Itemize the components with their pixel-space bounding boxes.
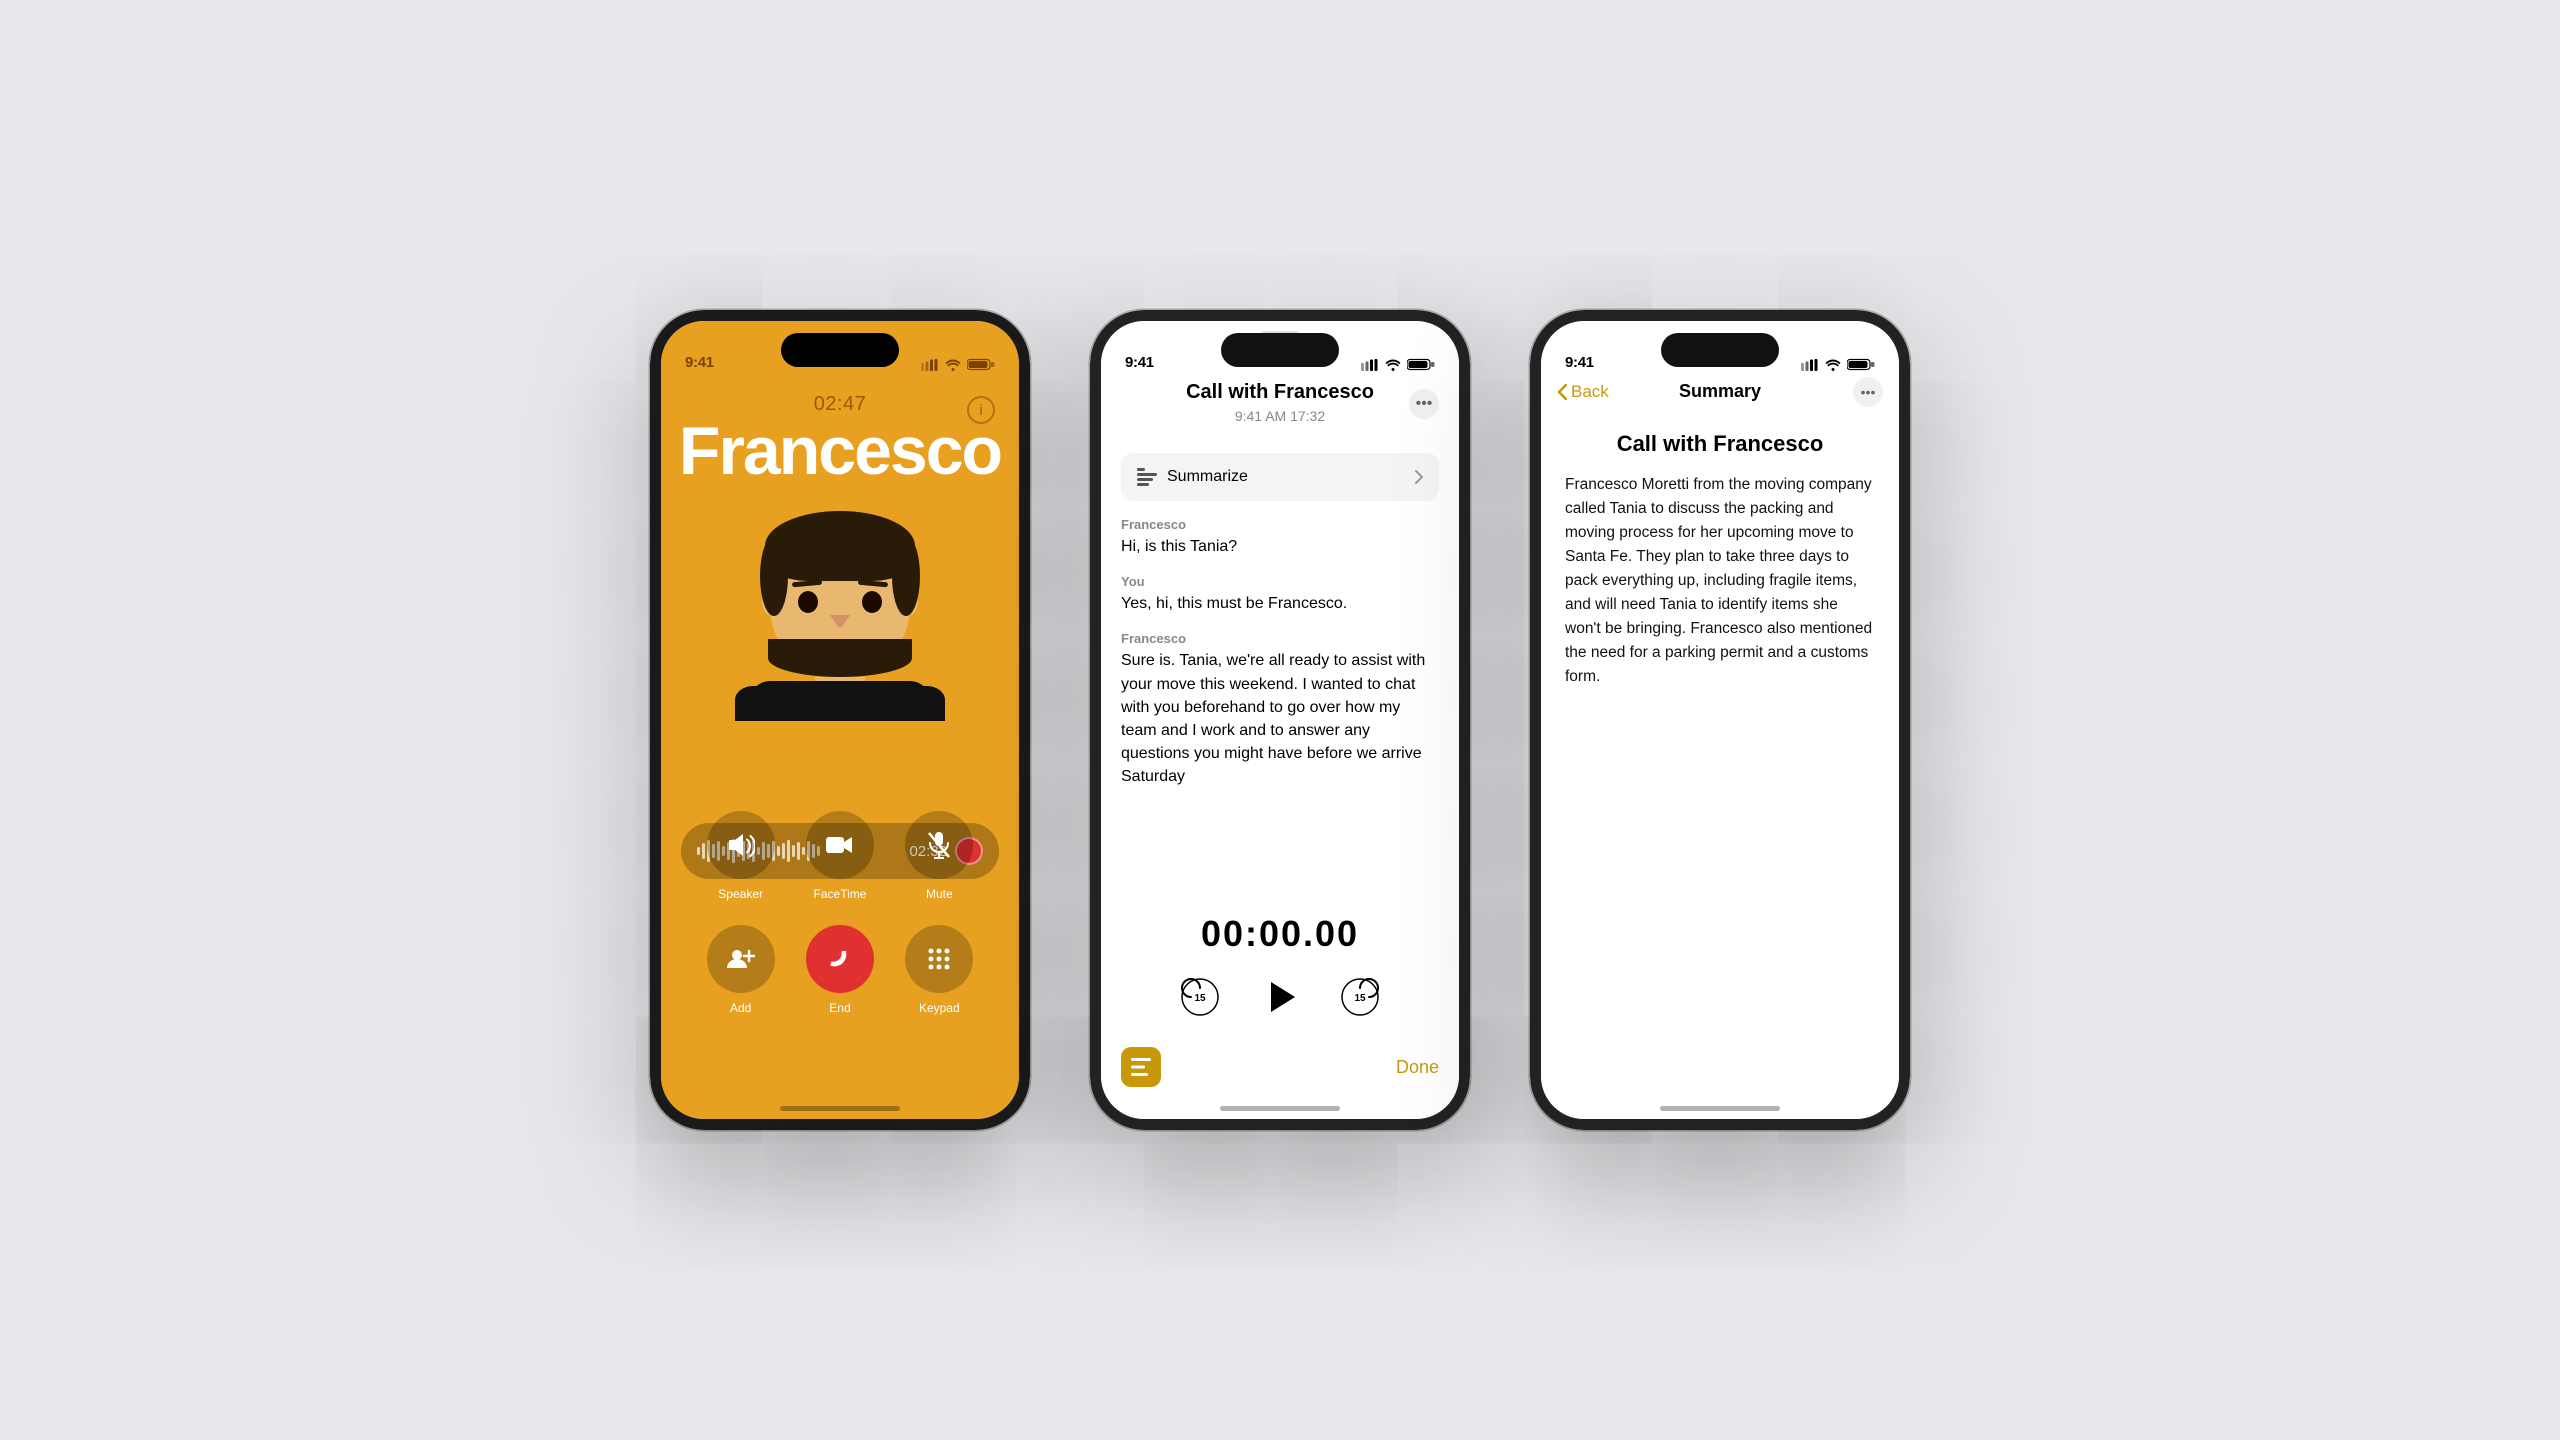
message-2: Yes, hi, this must be Francesco. <box>1121 592 1439 615</box>
transcript-message-1: Francesco Hi, is this Tania? <box>1121 517 1439 558</box>
status-time-1: 9:41 <box>685 354 714 371</box>
call-controls: Speaker FaceTime Mute <box>661 811 1019 1039</box>
summary-body-text: Francesco Moretti from the moving compan… <box>1565 473 1875 689</box>
summary-more-button[interactable]: ••• <box>1853 377 1883 407</box>
transcript-icon-button[interactable] <box>1121 1047 1161 1087</box>
message-1: Hi, is this Tania? <box>1121 535 1439 558</box>
transcript-content: Francesco Hi, is this Tania? You Yes, hi… <box>1101 517 1459 919</box>
speaker-3: Francesco <box>1121 631 1439 646</box>
info-icon[interactable]: i <box>967 396 995 424</box>
end-button[interactable]: End <box>806 925 874 1015</box>
dynamic-island-3 <box>1661 333 1779 367</box>
end-label: End <box>829 1001 850 1015</box>
keypad-button[interactable]: Keypad <box>905 925 973 1015</box>
transcript-message-2: You Yes, hi, this must be Francesco. <box>1121 574 1439 615</box>
done-button[interactable]: Done <box>1396 1057 1439 1078</box>
skip-back-button[interactable]: 15 <box>1178 975 1222 1019</box>
speaker-button[interactable]: Speaker <box>707 811 775 901</box>
dynamic-island <box>781 333 899 367</box>
speaker-label: Speaker <box>718 887 763 901</box>
playback-controls: 15 15 <box>1101 971 1459 1023</box>
transcript-message-3: Francesco Sure is. Tania, we're all read… <box>1121 631 1439 788</box>
back-button[interactable]: Back <box>1557 382 1609 402</box>
summarize-button[interactable]: Summarize <box>1121 453 1439 501</box>
summary-content: Call with Francesco Francesco Moretti fr… <box>1565 431 1875 1059</box>
transcript-title: Call with Francesco <box>1117 381 1443 404</box>
play-button[interactable] <box>1254 971 1306 1023</box>
message-3: Sure is. Tania, we're all ready to assis… <box>1121 649 1439 788</box>
transcript-subtitle: 9:41 AM 17:32 <box>1117 408 1443 424</box>
svg-text:15: 15 <box>1194 993 1206 1004</box>
status-icons-1 <box>921 358 995 371</box>
dynamic-island-2 <box>1221 333 1339 367</box>
back-label: Back <box>1571 382 1609 402</box>
speaker-1: Francesco <box>1121 517 1439 532</box>
status-icons-3 <box>1801 358 1875 371</box>
summary-nav-title: Summary <box>1679 381 1761 402</box>
more-options-button[interactable]: ••• <box>1409 389 1439 419</box>
add-label: Add <box>730 1001 751 1015</box>
caller-name: Francesco <box>661 417 1019 485</box>
summary-call-title: Call with Francesco <box>1565 431 1875 457</box>
summarize-label: Summarize <box>1167 468 1248 486</box>
status-icons-2 <box>1361 358 1435 371</box>
mute-label: Mute <box>926 887 953 901</box>
home-indicator-3 <box>1660 1106 1780 1111</box>
speaker-2: You <box>1121 574 1439 589</box>
home-indicator-1 <box>780 1106 900 1111</box>
home-indicator-2 <box>1220 1106 1340 1111</box>
facetime-button[interactable]: FaceTime <box>806 811 874 901</box>
keypad-label: Keypad <box>919 1001 960 1015</box>
skip-forward-button[interactable]: 15 <box>1338 975 1382 1019</box>
playback-area: 00:00.00 15 15 <box>1101 913 1459 1039</box>
status-time-3: 9:41 <box>1565 354 1594 371</box>
summary-nav: Back Summary ••• <box>1541 381 1899 402</box>
facetime-label: FaceTime <box>814 887 867 901</box>
transcript-footer: Done <box>1121 1047 1439 1087</box>
status-time-2: 9:41 <box>1125 354 1154 371</box>
phone-transcript: 9:41 Call with Francesco 9:41 AM 17:32 •… <box>1090 310 1470 1130</box>
memoji-avatar <box>740 501 940 741</box>
mute-button[interactable]: Mute <box>905 811 973 901</box>
phone-active-call: 9:41 02:47 Francesco i <box>650 310 1030 1130</box>
playback-time: 00:00.00 <box>1101 913 1459 955</box>
transcript-header: Call with Francesco 9:41 AM 17:32 <box>1101 381 1459 424</box>
svg-text:15: 15 <box>1354 993 1366 1004</box>
phone-summary: 9:41 Back Summary ••• Call with Francesc… <box>1530 310 1910 1130</box>
add-button[interactable]: Add <box>707 925 775 1015</box>
